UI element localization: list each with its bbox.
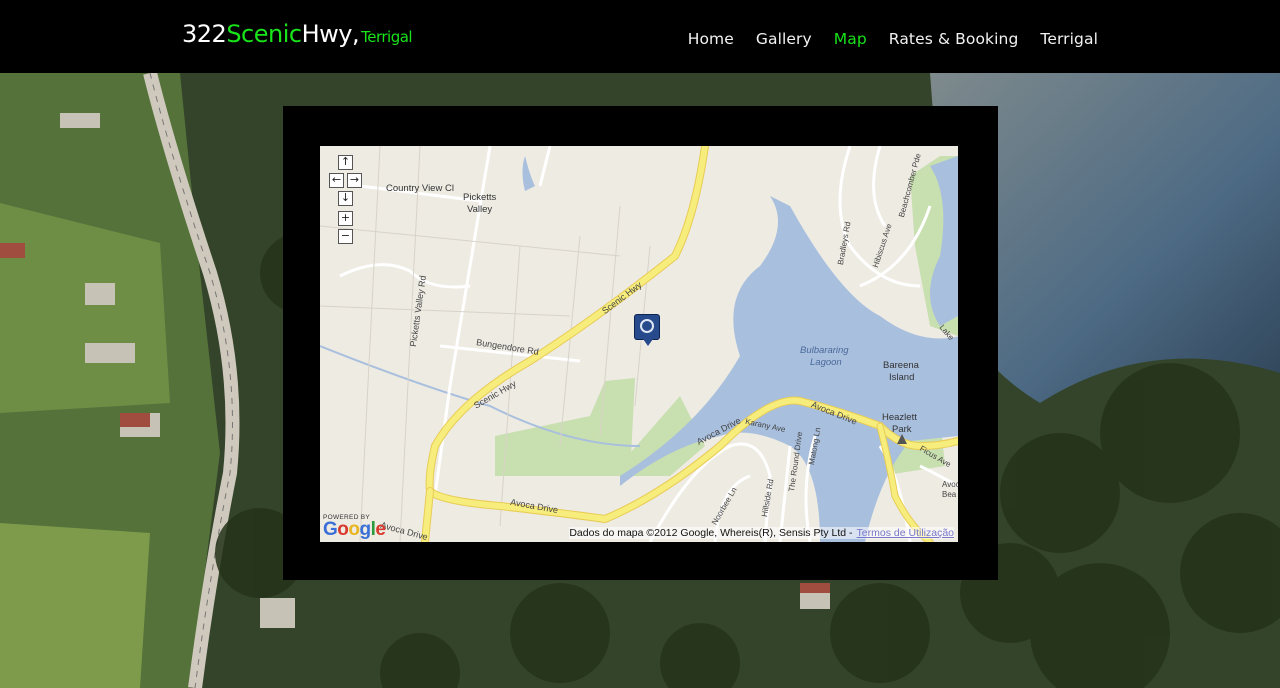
google-map[interactable]: ↑ ← → ↓ + − Country View Cl Picketts Val… bbox=[320, 146, 958, 542]
site-logo[interactable]: 322ScenicHwy, Terrigal bbox=[182, 20, 413, 48]
terms-of-use-link[interactable]: Termos de Utilização bbox=[857, 527, 954, 539]
zoom-in-button[interactable]: + bbox=[338, 211, 353, 226]
main-nav: Home Gallery Map Rates & Booking Terriga… bbox=[688, 30, 1098, 48]
pan-down-button[interactable]: ↓ bbox=[338, 191, 353, 206]
pan-right-button[interactable]: → bbox=[347, 173, 362, 188]
logo-scenic: Scenic bbox=[226, 20, 302, 48]
map-label: Avoca bbox=[942, 480, 958, 489]
map-label: Heazlett bbox=[882, 412, 917, 423]
map-label: Island bbox=[889, 372, 915, 383]
map-label: Bea bbox=[942, 490, 957, 499]
logo-hwy: Hwy, bbox=[301, 20, 360, 48]
nav-home[interactable]: Home bbox=[688, 30, 734, 48]
google-wordmark: Google bbox=[323, 519, 386, 540]
map-label: Park bbox=[892, 424, 912, 435]
logo-terrigal: Terrigal bbox=[361, 28, 413, 46]
site-header: 322ScenicHwy, Terrigal Home Gallery Map R… bbox=[0, 0, 1280, 73]
logo-number: 322 bbox=[182, 20, 227, 48]
map-label: Bulbararing bbox=[800, 345, 849, 356]
nav-map[interactable]: Map bbox=[834, 30, 867, 48]
zoom-out-button[interactable]: − bbox=[338, 229, 353, 244]
map-label: Picketts bbox=[463, 192, 497, 203]
pan-left-button[interactable]: ← bbox=[329, 173, 344, 188]
nav-rates-booking[interactable]: Rates & Booking bbox=[889, 30, 1019, 48]
location-marker-icon[interactable] bbox=[634, 314, 660, 346]
attribution-text: Dados do mapa ©2012 Google, Whereis(R), … bbox=[569, 527, 853, 539]
map-attribution: Dados do mapa ©2012 Google, Whereis(R), … bbox=[569, 527, 954, 539]
map-label: Country View Cl bbox=[386, 183, 454, 194]
google-logo[interactable]: POWERED BY Google bbox=[323, 514, 386, 540]
nav-terrigal[interactable]: Terrigal bbox=[1040, 30, 1098, 48]
map-label: Valley bbox=[467, 204, 493, 215]
marker-ring-icon bbox=[640, 319, 654, 333]
pan-up-button[interactable]: ↑ bbox=[338, 155, 353, 170]
map-label: Bareena bbox=[883, 360, 919, 371]
map-label: Lagoon bbox=[810, 357, 842, 368]
nav-gallery[interactable]: Gallery bbox=[756, 30, 812, 48]
map-frame: ↑ ← → ↓ + − Country View Cl Picketts Val… bbox=[283, 106, 998, 580]
